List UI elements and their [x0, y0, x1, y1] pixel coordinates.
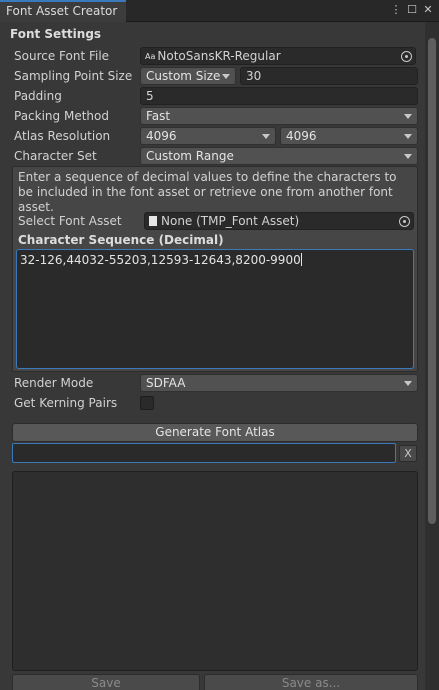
select-font-asset-field[interactable]: None (TMP_Font Asset)	[144, 212, 414, 230]
chevron-down-icon	[262, 134, 270, 139]
padding-label: Padding	[14, 89, 62, 103]
save-button[interactable]: Save	[12, 674, 200, 690]
character-sequence-value: 32-126,44032-55203,12593-12643,8200-9900	[20, 253, 301, 267]
select-font-asset-value: None (TMP_Font Asset)	[161, 214, 300, 228]
object-picker-icon[interactable]	[401, 51, 412, 62]
chevron-down-icon	[404, 114, 412, 119]
render-mode-value: SDFAA	[146, 376, 186, 390]
source-font-file-value: NotoSansKR-Regular	[157, 49, 281, 63]
atlas-width-value: 4096	[146, 129, 177, 143]
custom-range-help-text: Enter a sequence of decimal values to de…	[18, 170, 397, 214]
atlas-height-value: 4096	[286, 129, 317, 143]
character-sequence-input[interactable]: 32-126,44032-55203,12593-12643,8200-9900	[16, 249, 414, 369]
sampling-size-mode-value: Custom Size	[146, 69, 221, 83]
kerning-label: Get Kerning Pairs	[14, 396, 118, 410]
object-picker-icon[interactable]	[399, 216, 410, 227]
kerning-checkbox[interactable]	[140, 396, 154, 410]
source-font-file-field[interactable]: Aa NotoSansKR-Regular	[140, 47, 416, 65]
source-font-file-label: Source Font File	[14, 49, 110, 63]
kebab-menu-icon[interactable]: ⋮	[389, 3, 403, 17]
character-set-dropdown[interactable]: Custom Range	[140, 147, 418, 165]
packing-method-dropdown[interactable]: Fast	[140, 107, 418, 125]
progress-bar	[12, 443, 396, 463]
chevron-down-icon	[404, 381, 412, 386]
close-icon[interactable]: ✕	[421, 3, 435, 17]
document-icon	[149, 216, 157, 226]
character-set-value: Custom Range	[146, 149, 234, 163]
chevron-down-icon	[222, 74, 230, 79]
render-mode-label: Render Mode	[14, 376, 94, 390]
packing-method-value: Fast	[146, 109, 171, 123]
generate-font-atlas-button[interactable]: Generate Font Atlas	[12, 423, 418, 442]
sampling-size-mode-dropdown[interactable]: Custom Size	[140, 67, 236, 85]
clear-button[interactable]: X	[399, 445, 417, 462]
section-title: Font Settings	[10, 27, 102, 41]
chevron-down-icon	[404, 134, 412, 139]
padding-input[interactable]: 5	[140, 87, 418, 105]
window-tab[interactable]: Font Asset Creator	[0, 0, 126, 22]
window-tab-bar: Font Asset Creator ⋮ ☐ ✕	[0, 0, 439, 22]
maximize-icon[interactable]: ☐	[405, 3, 419, 17]
character-sequence-header: Character Sequence (Decimal)	[18, 233, 224, 247]
font-asset-icon: Aa	[145, 52, 156, 61]
atlas-resolution-label: Atlas Resolution	[14, 129, 111, 143]
atlas-height-dropdown[interactable]: 4096	[280, 127, 418, 145]
atlas-preview-area	[12, 471, 418, 671]
render-mode-dropdown[interactable]: SDFAA	[140, 374, 418, 392]
save-as-button[interactable]: Save as...	[204, 674, 418, 690]
sampling-point-size-label: Sampling Point Size	[14, 69, 133, 83]
sampling-point-size-input[interactable]: 30	[240, 67, 418, 85]
chevron-down-icon	[404, 154, 412, 159]
packing-method-label: Packing Method	[14, 109, 109, 123]
atlas-width-dropdown[interactable]: 4096	[140, 127, 276, 145]
scrollbar-thumb[interactable]	[428, 38, 436, 524]
select-font-asset-label: Select Font Asset	[18, 214, 122, 228]
character-set-label: Character Set	[14, 149, 97, 163]
text-cursor	[300, 253, 302, 266]
